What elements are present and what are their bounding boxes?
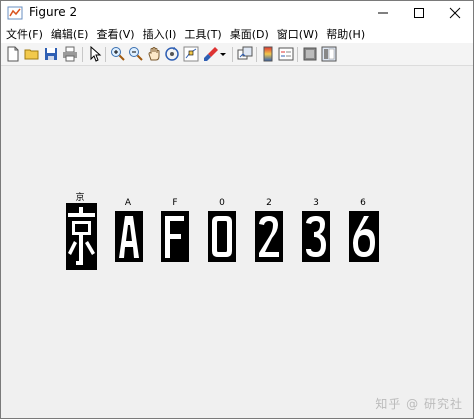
- char-image-6: [302, 211, 330, 262]
- print-icon[interactable]: [62, 46, 78, 62]
- minimize-button[interactable]: [365, 1, 401, 25]
- matlab-figure-icon: [7, 6, 23, 20]
- menu-insert[interactable]: 插入(I): [140, 26, 180, 42]
- watermark-text: 知乎 @ 研究社: [375, 397, 463, 411]
- maximize-icon: [414, 8, 424, 18]
- char-title-7: 6: [360, 198, 366, 208]
- maximize-button[interactable]: [401, 1, 437, 25]
- insert-colorbar-icon[interactable]: [260, 46, 276, 62]
- menu-edit[interactable]: 编辑(E): [48, 26, 92, 42]
- menu-file[interactable]: 文件(F): [3, 26, 46, 42]
- rotate-3d-icon[interactable]: [164, 46, 180, 62]
- menu-help[interactable]: 帮助(H): [323, 26, 368, 42]
- zoom-out-icon[interactable]: [128, 46, 144, 62]
- char-title-4: 0: [219, 198, 225, 208]
- window-title: Figure 2: [29, 5, 78, 19]
- figure-window: Figure 2 文件(F) 编辑(E) 查看(V) 插入(I) 工具(T) 桌…: [0, 0, 474, 419]
- minimize-icon: [378, 12, 388, 14]
- toolbar-separator: [297, 47, 298, 62]
- toolbar-separator: [256, 47, 257, 62]
- char-title-2: A: [124, 198, 132, 208]
- close-icon: [449, 7, 461, 19]
- toolbar-separator: [232, 47, 233, 62]
- hide-plot-tools-icon[interactable]: [302, 46, 318, 62]
- open-file-icon[interactable]: [24, 46, 40, 62]
- menu-desktop[interactable]: 桌面(D): [227, 26, 272, 42]
- toolbar-separator: [105, 47, 106, 62]
- link-plot-icon[interactable]: [237, 46, 253, 62]
- char-image-5: [255, 211, 283, 262]
- char-image-2: [115, 211, 143, 262]
- menu-window[interactable]: 窗口(W): [274, 26, 321, 42]
- brush-dropdown-icon[interactable]: [219, 46, 227, 62]
- pointer-icon[interactable]: [87, 46, 103, 62]
- data-cursor-icon[interactable]: [183, 46, 199, 62]
- char-image-3: [161, 211, 189, 262]
- pan-icon[interactable]: [146, 46, 162, 62]
- toolbar-separator: [82, 47, 83, 62]
- brush-icon[interactable]: [203, 46, 219, 62]
- menu-tools[interactable]: 工具(T): [181, 26, 224, 42]
- menu-view[interactable]: 查看(V): [93, 26, 137, 42]
- show-plot-tools-icon[interactable]: [321, 46, 337, 62]
- close-button[interactable]: [437, 1, 473, 25]
- save-icon[interactable]: [43, 46, 59, 62]
- char-image-4: [208, 211, 236, 262]
- menu-bar: 文件(F) 编辑(E) 查看(V) 插入(I) 工具(T) 桌面(D) 窗口(W…: [1, 25, 473, 43]
- figure-toolbar: [1, 43, 473, 66]
- title-bar[interactable]: Figure 2: [1, 1, 473, 25]
- insert-legend-icon[interactable]: [278, 46, 294, 62]
- char-image-7: [349, 211, 379, 262]
- char-title-6: 3: [313, 198, 319, 208]
- zoom-in-icon[interactable]: [110, 46, 126, 62]
- char-title-1: 京: [75, 193, 85, 203]
- new-figure-icon[interactable]: [5, 46, 21, 62]
- char-image-1: [66, 203, 97, 270]
- char-title-3: F: [172, 198, 178, 208]
- char-title-5: 2: [266, 198, 272, 208]
